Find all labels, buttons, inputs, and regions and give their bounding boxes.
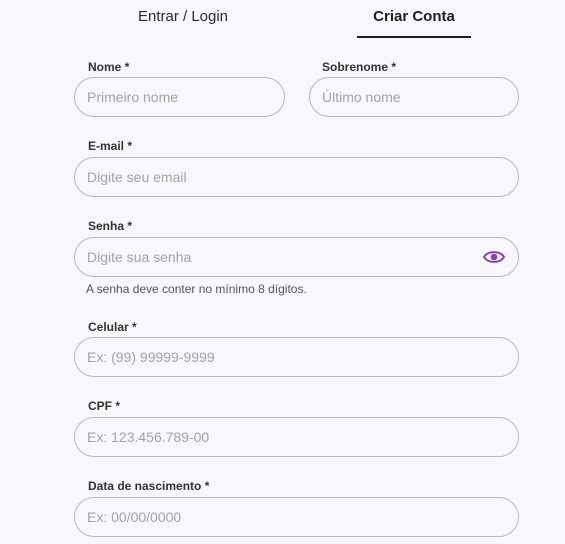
auth-tabs: Entrar / Login Criar Conta [0, 0, 565, 40]
email-label: E-mail * [88, 139, 133, 153]
first-name-input[interactable] [74, 77, 285, 117]
birthdate-input[interactable] [74, 497, 519, 537]
birthdate-label: Data de nascimento * [88, 479, 210, 493]
eye-icon [482, 251, 506, 271]
password-input[interactable] [74, 237, 519, 277]
tab-signup[interactable]: Criar Conta [357, 8, 471, 38]
tab-login[interactable]: Entrar / Login [118, 8, 248, 38]
phone-input[interactable] [74, 337, 519, 377]
active-tab-indicator [357, 36, 471, 38]
password-visibility-toggle[interactable] [482, 247, 506, 267]
password-hint: A senha deve conter no mínimo 8 dígitos. [86, 282, 307, 296]
last-name-input[interactable] [309, 77, 519, 117]
phone-label: Celular * [88, 320, 137, 334]
cpf-input[interactable] [74, 417, 519, 457]
email-input[interactable] [74, 157, 519, 197]
cpf-label: CPF * [88, 399, 121, 413]
signup-page: Entrar / Login Criar Conta Nome * Sobren… [0, 0, 565, 544]
first-name-label: Nome * [88, 60, 130, 74]
password-label: Senha * [88, 219, 133, 233]
last-name-label: Sobrenome * [322, 60, 397, 74]
